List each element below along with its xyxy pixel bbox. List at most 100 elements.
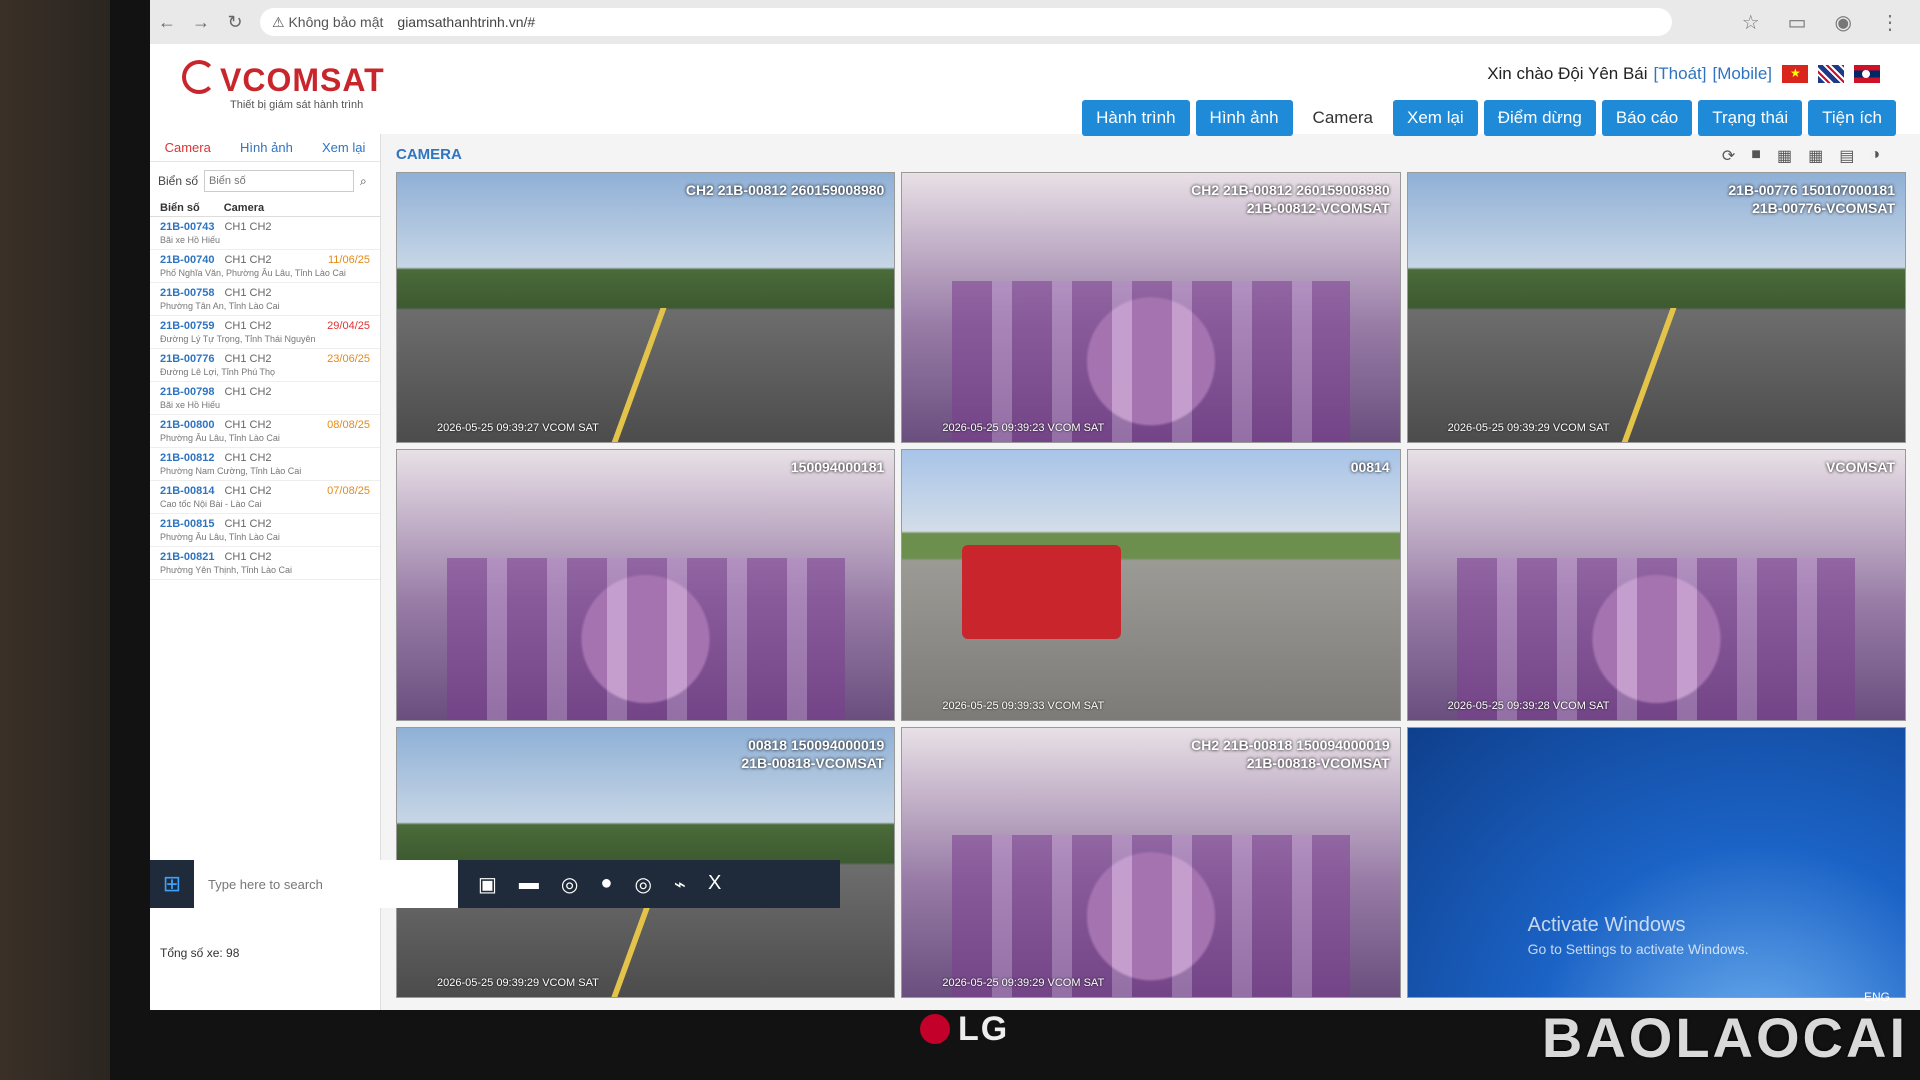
vehicle-row[interactable]: 21B-00821 CH1 CH2 Phường Yên Thịnh, Tỉnh L… <box>150 547 380 580</box>
chrome-icon[interactable]: ◎ <box>561 872 578 897</box>
vehicle-row[interactable]: 21B-00800 CH1 CH2 08/08/25 Phường Âu Lâu, T… <box>150 415 380 448</box>
vehicle-plate[interactable]: 21B-00814 <box>160 485 214 497</box>
vehicle-plate[interactable]: 21B-00812 <box>160 452 214 464</box>
tab-tien-ich[interactable]: Tiện ích <box>1808 100 1896 136</box>
layout-1x1-icon[interactable]: ■ <box>1751 146 1761 166</box>
col-plate: Biển số <box>160 202 200 214</box>
vehicle-plate[interactable]: 21B-00740 <box>160 254 214 266</box>
network-app-icon[interactable]: ⌁ <box>674 872 686 897</box>
watermark: BAOLAOCAI <box>1541 1006 1908 1069</box>
address-bar[interactable]: ⚠ Không bảo mật giamsathanhtrinh.vn/# <box>260 8 1672 36</box>
vehicle-plate[interactable]: 21B-00798 <box>160 386 214 398</box>
forward-icon[interactable]: → <box>184 12 218 33</box>
monitor-screen: ← → ↻ ⚠ Không bảo mật giamsathanhtrinh.v… <box>150 0 1920 1010</box>
camera-feed[interactable]: CH2 21B-00818 150094000019 21B-00818-VCOM… <box>901 726 1401 998</box>
bookmark-star-icon[interactable]: ☆ <box>1742 10 1760 35</box>
tab-bao-cao[interactable]: Báo cáo <box>1601 100 1693 136</box>
user-greeting: Xin chào Đội Yên Bái [Thoát] [Mobile] <box>1487 64 1880 84</box>
vehicle-row[interactable]: 21B-00815 CH1 CH2 Phường Âu Lâu, Tỉnh Lào … <box>150 514 380 547</box>
cast-icon[interactable]: ▭ <box>1788 10 1807 35</box>
vehicle-channels[interactable]: CH1 CH2 <box>224 353 271 365</box>
vehicle-row[interactable]: 21B-00758 CH1 CH2 Phường Tân An, Tỉnh Lào … <box>150 283 380 316</box>
taskbar-search[interactable]: Type here to search <box>194 860 458 908</box>
vehicle-address: Phường Tân An, Tỉnh Lào Cai <box>160 301 280 311</box>
tab-xem-lai[interactable]: Xem lại <box>1393 100 1478 136</box>
vehicle-channels[interactable]: CH1 CH2 <box>224 320 271 332</box>
camera-feed[interactable]: 00814 2026-05-25 09:39:33 VCOM SAT <box>901 449 1401 721</box>
tab-hinh-anh[interactable]: Hình ảnh <box>1195 100 1293 136</box>
sidebar-tab-hinh-anh[interactable]: Hình ảnh <box>240 140 293 155</box>
camera-plate-overlay: 21B-00776-VCOMSAT <box>1752 200 1895 216</box>
logout-link[interactable]: [Thoát] <box>1654 64 1707 84</box>
camera-timestamp: 2026-05-25 09:39:29 VCOM SAT <box>437 977 599 989</box>
vehicle-address: Phường Yên Thịnh, Tỉnh Lào Cai <box>160 565 293 575</box>
camera-timestamp: 2026-05-25 09:39:23 VCOM SAT <box>942 422 1105 435</box>
brand-logo[interactable]: VCOMSAT Thiết bị giám sát hành trình <box>182 60 385 111</box>
vehicle-plate[interactable]: 21B-00776 <box>160 353 214 365</box>
file-explorer-icon[interactable]: ▬ <box>519 872 539 897</box>
camera-feed[interactable]: CH2 21B-00812 260159008980 21B-00812-VCOM… <box>901 172 1401 444</box>
vehicle-plate[interactable]: 21B-00800 <box>160 419 214 431</box>
vehicle-channels[interactable]: CH1 CH2 <box>224 254 271 266</box>
vehicle-channels[interactable]: CH1 CH2 <box>224 551 271 563</box>
vehicle-channels[interactable]: CH1 CH2 <box>224 518 271 530</box>
sidebar-tab-xem-lai[interactable]: Xem lại <box>322 140 365 155</box>
vehicle-channels[interactable]: CH1 CH2 <box>224 419 271 431</box>
profile-icon[interactable]: ◉ <box>1835 10 1852 35</box>
desktop-background: Activate Windows Go to Settings to activa… <box>1406 726 1906 998</box>
vehicle-plate[interactable]: 21B-00821 <box>160 551 214 563</box>
vietnam-flag-icon[interactable] <box>1782 65 1808 83</box>
vcomsat-logo-icon <box>182 60 216 94</box>
excel-icon[interactable]: X <box>708 872 721 897</box>
menu-dots-icon[interactable]: ⋮ <box>1880 10 1900 35</box>
layout-4x4-icon[interactable]: ▤ <box>1839 146 1854 166</box>
camera-feed[interactable]: 21B-00776 150107000181 21B-00776-VCOMSAT 2… <box>1406 172 1906 444</box>
tab-camera[interactable]: Camera <box>1299 100 1387 136</box>
vehicle-plate[interactable]: 21B-00815 <box>160 518 214 530</box>
windows-taskbar: ⊞ Type here to search ▣ ▬ ◎ ● ◎ ⌁ X <box>150 860 840 908</box>
vehicle-address: Bãi xe Hồ Hiếu <box>160 235 221 245</box>
tab-hanh-trinh[interactable]: Hành trình <box>1082 100 1190 136</box>
vehicle-row[interactable]: 21B-00743 CH1 CH2 Bãi xe Hồ Hiếu <box>150 217 380 250</box>
reload-icon[interactable]: ↻ <box>218 12 252 33</box>
chrome-alt-icon[interactable]: ◎ <box>634 872 651 897</box>
vehicle-channels[interactable]: CH1 CH2 <box>224 287 271 299</box>
vehicle-row[interactable]: 21B-00814 CH1 CH2 07/08/25 Cao tốc Nội Bài … <box>150 481 380 514</box>
camera-feed[interactable]: VCOMSAT 2026-05-25 09:39:28 VCOM SAT <box>1406 449 1906 721</box>
vehicle-channels[interactable]: CH1 CH2 <box>224 386 271 398</box>
vehicle-address: Đường Lê Lợi, Tỉnh Phú Thọ <box>160 367 276 377</box>
vehicle-count: Tổng số xe: 98 <box>160 946 240 960</box>
vehicle-plate[interactable]: 21B-00758 <box>160 287 214 299</box>
sidebar-tab-camera[interactable]: Camera <box>165 140 211 155</box>
mobile-link[interactable]: [Mobile] <box>1712 64 1772 84</box>
back-icon[interactable]: ← <box>150 12 184 33</box>
vehicle-channels[interactable]: CH1 CH2 <box>224 452 271 464</box>
uk-flag-icon[interactable] <box>1818 65 1844 83</box>
plate-search-input[interactable] <box>204 170 355 192</box>
search-icon[interactable]: ⌕ <box>360 174 367 189</box>
vehicle-row[interactable]: 21B-00798 CH1 CH2 Bãi xe Hồ Hiếu <box>150 382 380 415</box>
monitor-logo: LG <box>920 1010 1009 1049</box>
task-view-icon[interactable]: ▣ <box>478 872 497 897</box>
language-indicator[interactable]: ENG <box>1864 990 1890 1004</box>
app-icon[interactable]: ● <box>600 872 612 897</box>
vehicle-channels[interactable]: CH1 CH2 <box>224 221 271 233</box>
tab-trang-thai[interactable]: Trạng thái <box>1698 100 1803 136</box>
vehicle-plate[interactable]: 21B-00743 <box>160 221 214 233</box>
vehicle-row[interactable]: 21B-00759 CH1 CH2 29/04/25 Đường Lý Tự Trọn… <box>150 316 380 349</box>
tab-diem-dung[interactable]: Điểm dừng <box>1483 100 1596 136</box>
camera-feed[interactable]: 150094000181 <box>396 449 896 721</box>
windows-start-icon[interactable]: ⊞ <box>150 860 194 908</box>
vehicle-row[interactable]: 21B-00812 CH1 CH2 Phường Nam Cường, Tỉnh L… <box>150 448 380 481</box>
refresh-icon[interactable]: ⟳ <box>1722 146 1735 166</box>
layout-3x3-icon[interactable]: ▦ <box>1808 146 1823 166</box>
vehicle-channels[interactable]: CH1 CH2 <box>224 485 271 497</box>
camera-channel-id: CH2 21B-00812 260159008980 <box>685 182 885 198</box>
vehicle-plate[interactable]: 21B-00759 <box>160 320 214 332</box>
laos-flag-icon[interactable] <box>1854 65 1880 83</box>
vehicle-row[interactable]: 21B-00776 CH1 CH2 23/06/25 Đường Lê Lợi, Tỉ… <box>150 349 380 382</box>
contrast-icon[interactable]: ◑ <box>1870 146 1880 166</box>
camera-feed[interactable]: CH2 21B-00812 260159008980 2026-05-25 09:… <box>396 172 896 444</box>
vehicle-row[interactable]: 21B-00740 CH1 CH2 11/06/25 Phố Nghĩa Văn, P… <box>150 250 380 283</box>
layout-2x2-icon[interactable]: ▦ <box>1777 146 1792 166</box>
